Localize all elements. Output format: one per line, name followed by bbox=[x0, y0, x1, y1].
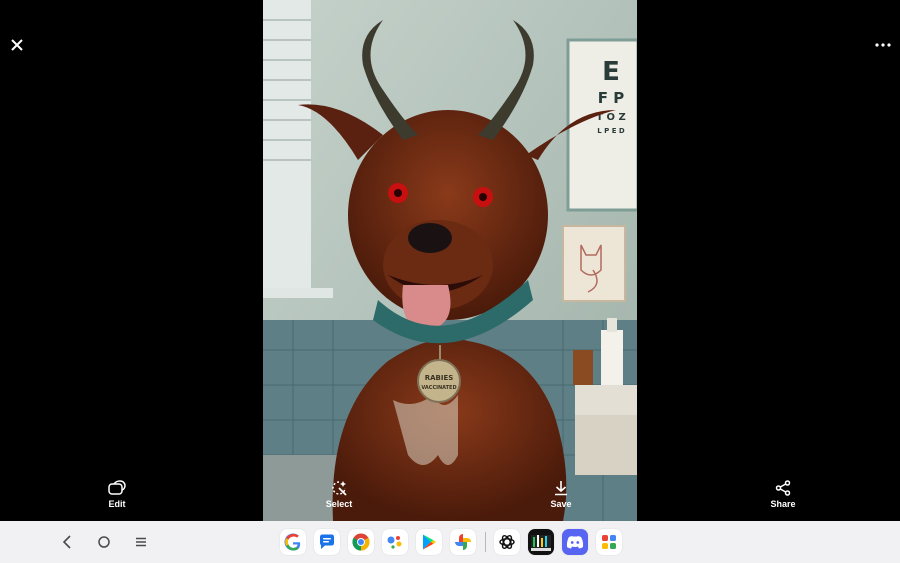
recents-icon bbox=[136, 537, 146, 547]
app-grid-icon bbox=[602, 535, 616, 549]
more-options-button[interactable] bbox=[868, 30, 898, 60]
assistant-app[interactable] bbox=[382, 529, 408, 555]
share-label: Share bbox=[770, 499, 796, 509]
assistant-icon bbox=[387, 536, 402, 549]
dock-divider bbox=[485, 532, 486, 552]
messages-app[interactable] bbox=[314, 529, 340, 555]
save-label: Save bbox=[550, 499, 572, 509]
back-icon bbox=[62, 535, 71, 549]
chatgpt-app[interactable] bbox=[494, 529, 520, 555]
more-vert-icon bbox=[875, 43, 891, 47]
select-button[interactable]: Select bbox=[299, 480, 379, 509]
close-icon bbox=[11, 39, 23, 51]
photos-app[interactable] bbox=[450, 529, 476, 555]
photo-viewer: E F P T O Z L P E D RABIES VACCINATED Ed… bbox=[0, 0, 900, 521]
close-button[interactable] bbox=[2, 30, 32, 60]
select-icon bbox=[332, 481, 347, 496]
google-icon bbox=[284, 533, 301, 551]
home-button[interactable] bbox=[92, 530, 116, 554]
tag-text-line-2: VACCINATED bbox=[421, 385, 456, 391]
tag-text-line-1: RABIES bbox=[425, 374, 454, 382]
discord-app[interactable] bbox=[562, 529, 588, 555]
share-icon bbox=[775, 480, 791, 496]
app-dock bbox=[280, 529, 630, 555]
chatgpt-icon bbox=[499, 535, 515, 549]
play-store-icon bbox=[423, 534, 436, 550]
eye-chart-line-1: E bbox=[602, 57, 620, 87]
select-label: Select bbox=[325, 499, 353, 509]
piano-icon bbox=[531, 535, 551, 551]
edit-label: Edit bbox=[108, 499, 126, 509]
google-app[interactable] bbox=[280, 529, 306, 555]
chrome-app[interactable] bbox=[348, 529, 374, 555]
save-button[interactable]: Save bbox=[521, 480, 601, 509]
back-button[interactable] bbox=[55, 530, 79, 554]
chrome-icon bbox=[352, 533, 370, 551]
eye-chart-line-2: F P bbox=[598, 89, 624, 107]
eye-chart-line-4: L P E D bbox=[597, 127, 625, 135]
app-grid-button[interactable] bbox=[596, 529, 622, 555]
piano-app[interactable] bbox=[528, 529, 554, 555]
recents-button[interactable] bbox=[129, 530, 153, 554]
share-button[interactable]: Share bbox=[743, 480, 823, 509]
edit-button[interactable]: Edit bbox=[77, 480, 157, 509]
download-icon bbox=[555, 481, 567, 496]
home-icon bbox=[98, 536, 110, 548]
photo[interactable]: E F P T O Z L P E D RABIES VACCINATED bbox=[263, 0, 637, 521]
messages-icon bbox=[320, 534, 334, 549]
edit-icon bbox=[108, 480, 126, 495]
play-store-app[interactable] bbox=[416, 529, 442, 555]
discord-icon bbox=[566, 536, 584, 549]
taskbar bbox=[0, 521, 900, 563]
photos-icon bbox=[455, 534, 471, 550]
photo-illustration: E F P T O Z L P E D RABIES VACCINATED bbox=[263, 0, 637, 521]
